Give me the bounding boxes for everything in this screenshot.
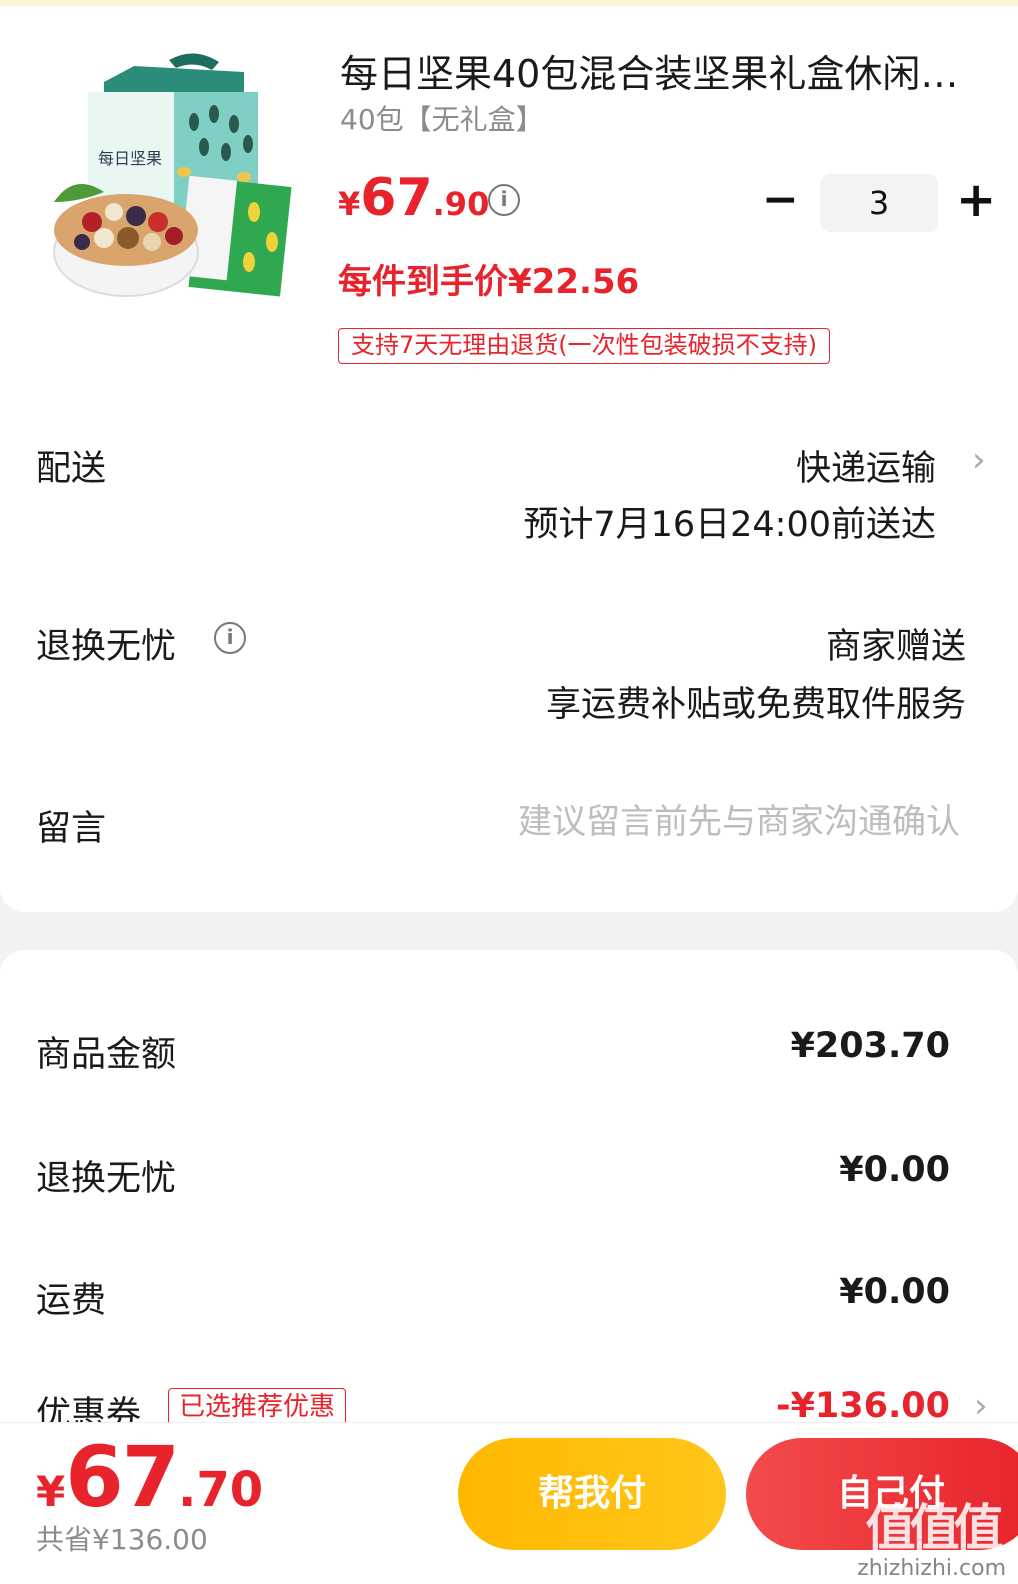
coupon-value[interactable]: -¥136.00 — [776, 1386, 950, 1426]
goods-amount-label: 商品金额 — [36, 1035, 177, 1075]
price-decimal: .90 — [432, 185, 490, 223]
shipping-fee-value: ¥0.00 — [839, 1272, 950, 1312]
saved-amount: 共省¥136.00 — [36, 1523, 208, 1556]
worry-fee-label: 退换无忧 — [36, 1159, 177, 1199]
delivery-label: 配送 — [36, 449, 107, 489]
price-currency: ¥ — [338, 185, 361, 223]
price-integer: 67 — [360, 168, 433, 228]
total-integer: 67 — [65, 1428, 180, 1526]
total-currency: ¥ — [36, 1467, 66, 1516]
total-price: ¥67.70 — [36, 1428, 263, 1526]
return-policy-tag: 支持7天无理由退货(一次性包装破损不支持) — [338, 328, 830, 364]
delivery-method[interactable]: 快递运输 — [796, 440, 936, 491]
unit-price: 每件到手价¥22.56 — [338, 262, 640, 302]
goods-amount-value: ¥203.70 — [790, 1026, 950, 1066]
watermark-url: zhizhizhi.com — [857, 1556, 1006, 1581]
delivery-chevron-icon[interactable]: › — [972, 440, 986, 480]
coupon-chevron-icon[interactable]: › — [974, 1386, 988, 1426]
product-spec[interactable]: 40包【无礼盒】 — [340, 100, 544, 140]
shipping-fee-label: 运费 — [36, 1281, 107, 1321]
remark-label: 留言 — [36, 809, 107, 849]
quantity-input[interactable]: 3 — [820, 174, 938, 232]
quantity-decrease-button[interactable]: − — [762, 178, 799, 222]
worry-free-label: 退换无忧 — [36, 627, 177, 667]
quantity-increase-button[interactable]: + — [956, 176, 996, 224]
product-image-label: 每日坚果 — [98, 149, 162, 168]
product-price: ¥67.90 — [338, 168, 489, 228]
help-pay-button[interactable]: 帮我付 — [458, 1438, 726, 1550]
remark-input[interactable] — [420, 800, 960, 844]
worry-fee-value: ¥0.00 — [839, 1150, 950, 1190]
price-info-icon[interactable]: i — [488, 184, 520, 216]
total-decimal: .70 — [178, 1462, 264, 1518]
worry-free-desc: 享运费补贴或免费取件服务 — [545, 685, 966, 725]
watermark-logo: 值值值 — [865, 1499, 1004, 1557]
worry-free-info-icon[interactable]: i — [214, 622, 246, 654]
worry-free-value: 商家赠送 — [825, 627, 966, 667]
delivery-eta: 预计7月16日24:00前送达 — [523, 505, 936, 545]
product-image: 每日坚果 — [53, 53, 292, 297]
product-title[interactable]: 每日坚果40包混合装坚果礼盒休闲… — [340, 50, 980, 98]
watermark: 值值值 zhizhizhi.com — [857, 1488, 1006, 1581]
